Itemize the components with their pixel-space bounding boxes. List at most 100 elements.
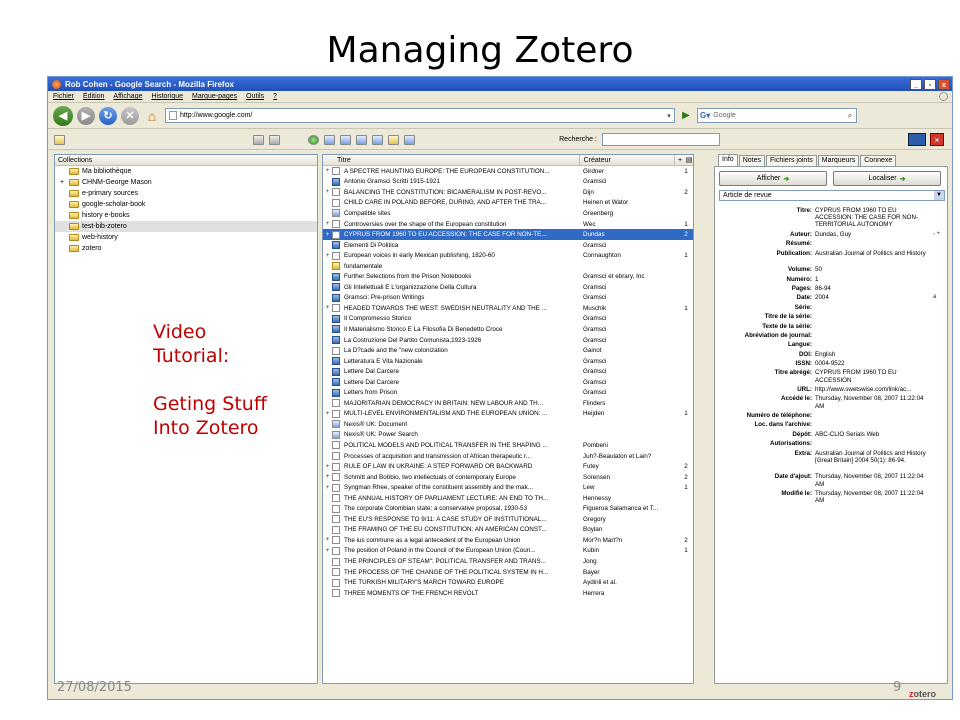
url-bar[interactable]: http://www.google.com/ ▾ — [165, 108, 675, 123]
chevron-down-icon[interactable]: ▾ — [664, 112, 674, 120]
expand-toggle[interactable]: + — [323, 221, 332, 227]
field-value[interactable] — [815, 341, 933, 350]
expand-toggle[interactable]: + — [323, 305, 332, 311]
column-creator[interactable]: Créateur — [580, 155, 676, 165]
item-row[interactable]: fondamentale — [323, 261, 693, 272]
reload-icon[interactable]: ↻ — [99, 106, 117, 125]
field-extra[interactable]: - + — [933, 231, 943, 240]
item-row[interactable]: The corporate Colombian state: a conserv… — [323, 504, 693, 515]
item-row[interactable]: + HEADED TOWARDS THE WEST: SWEDISH NEUTRA… — [323, 303, 693, 314]
menu-historique[interactable]: Historique — [151, 93, 183, 100]
item-row[interactable]: + RULE OF LAW IN UKRAINE: A STEP FORWARD … — [323, 461, 693, 472]
item-row[interactable]: THE PROCESS OF THE CHANGE OF THE POLITIC… — [323, 567, 693, 578]
collection-item[interactable]: e-primary sources — [55, 188, 317, 199]
item-row[interactable]: Gramsci: Pre-prison Writings Gramsci — [323, 293, 693, 304]
menu-affichage[interactable]: Affichage — [113, 93, 142, 100]
view-button[interactable]: Afficher ➔ — [719, 171, 827, 186]
item-row[interactable]: THE ANNUAL HISTORY OF PARLIAMENT LECTURE… — [323, 493, 693, 504]
item-row[interactable]: Lettere Dal Carcere Gramsci — [323, 377, 693, 388]
collection-item[interactable]: test-bib-zotero — [55, 221, 317, 232]
item-row[interactable]: La D?cade and the "new colonization Gaino… — [323, 345, 693, 356]
field-value[interactable]: CYPRUS FROM 1960 TO EU ACCESSION: THE CA… — [815, 207, 933, 231]
menu-edition[interactable]: Édition — [83, 93, 104, 100]
zotero-search-input[interactable] — [601, 133, 720, 146]
tab-tags[interactable]: Marqueurs — [817, 155, 860, 166]
item-row[interactable]: Il Materialismo Storico E La Filosofia D… — [323, 324, 693, 335]
back-arrow-icon[interactable]: ◀ — [53, 105, 73, 126]
home-icon[interactable]: ⌂ — [143, 107, 161, 125]
item-row[interactable]: + The position of Poland in the Council o… — [323, 546, 693, 557]
field-value[interactable]: Australian Journal of Politics and Histo… — [815, 450, 933, 474]
field-value[interactable]: 86-94 — [815, 285, 933, 294]
menu-fichier[interactable]: Fichier — [53, 93, 74, 100]
collection-item[interactable]: history e-books — [55, 210, 317, 221]
item-row[interactable]: + Schmitt and Bobbio, two intellectuals o… — [323, 472, 693, 483]
expand-toggle[interactable]: + — [58, 179, 66, 186]
collection-item[interactable]: + CHNM-George Mason — [55, 177, 317, 188]
column-picker-icon[interactable]: ▤ — [685, 156, 693, 164]
field-value[interactable]: 1 — [815, 276, 933, 285]
close-button[interactable]: x — [938, 78, 950, 90]
forward-arrow-icon[interactable]: ▶ — [77, 106, 95, 125]
item-row[interactable]: Further Selections from the Prison Noteb… — [323, 271, 693, 282]
expand-toggle[interactable]: + — [323, 411, 332, 417]
expand-toggle[interactable]: + — [323, 253, 332, 259]
collection-item[interactable]: google-scholar-book — [55, 199, 317, 210]
field-extra[interactable]: a — [933, 294, 943, 303]
field-value[interactable] — [815, 313, 933, 322]
item-row[interactable]: Compatible sites Greenberg — [323, 208, 693, 219]
expand-toggle[interactable]: + — [323, 548, 332, 554]
tab-related[interactable]: Connexe — [860, 155, 897, 166]
item-row[interactable]: + Syngman Rhee, speaker of the constituen… — [323, 482, 693, 493]
menu-marque-pages[interactable]: Marque-pages — [192, 93, 237, 100]
field-value[interactable] — [815, 240, 933, 249]
tab-notes[interactable]: Notes — [738, 155, 765, 166]
item-row[interactable]: + MULTI-LEVEL ENVIRONMENTALISM AND THE EU… — [323, 409, 693, 420]
item-row[interactable]: Elementi Di Politica Gramsci — [323, 240, 693, 251]
field-value[interactable]: Thursday, November 08, 2007 11:22:04 AM — [815, 490, 933, 507]
advanced-search-icon[interactable] — [404, 134, 416, 145]
item-row[interactable]: + The ius commune as a legal antecedent o… — [323, 535, 693, 546]
item-row[interactable]: Il Compromesso Storico Gramsci — [323, 314, 693, 325]
tab-info[interactable]: Info — [718, 154, 738, 166]
search-box[interactable]: G▾ Google ⌕ — [697, 108, 857, 123]
field-value[interactable]: 2004 — [815, 294, 933, 303]
url-text[interactable]: http://www.google.com/ — [180, 112, 661, 119]
fullscreen-icon[interactable] — [908, 133, 926, 146]
close-pane-icon[interactable]: × — [930, 133, 944, 146]
expand-toggle[interactable]: + — [323, 232, 332, 238]
expand-toggle[interactable]: + — [323, 474, 332, 480]
expand-toggle[interactable]: + — [323, 464, 332, 470]
link-icon[interactable] — [269, 134, 281, 145]
item-row[interactable]: Antonio Gramsci Scritti 1915-1921 Gramsci — [323, 177, 693, 188]
item-row[interactable]: Letters from Prison Gramsci — [323, 387, 693, 398]
field-value[interactable]: 0004-9522 — [815, 360, 933, 369]
field-value[interactable]: CYPRUS FROM 1960 TO EU ACCESSION — [815, 369, 933, 386]
item-row[interactable]: CHILD CARE IN POLAND BEFORE, DURING, AND… — [323, 198, 693, 209]
menu-help[interactable]: ? — [273, 93, 277, 100]
field-value[interactable]: ABC-CLIO Serials Web — [815, 431, 933, 440]
field-value[interactable] — [815, 323, 933, 332]
item-row[interactable]: THE TURKISH MILITARY'S MARCH TOWARD EURO… — [323, 577, 693, 588]
column-title[interactable]: Titre — [323, 155, 580, 165]
menu-outils[interactable]: Outils — [246, 93, 264, 100]
item-row[interactable]: THE EU'S RESPONSE TO 9/11: A CASE STUDY … — [323, 514, 693, 525]
new-collection-icon[interactable] — [54, 134, 65, 145]
item-row[interactable]: + CYPRUS FROM 1960 TO EU ACCESSION: THE C… — [323, 229, 693, 240]
attach-link-icon[interactable] — [340, 134, 352, 145]
item-row[interactable]: MAJORITARIAN DEMOCRACY IN BRITAIN: NEW L… — [323, 398, 693, 409]
item-row[interactable]: Lettere Dal Carcere Gramsci — [323, 366, 693, 377]
field-value[interactable]: Thursday, November 08, 2007 11:22:04 AM — [815, 473, 933, 490]
attach-file-icon[interactable] — [372, 134, 384, 145]
item-row[interactable]: POLITICAL MODELS AND POLITICAL TRANSFER … — [323, 440, 693, 451]
new-item-icon[interactable] — [308, 134, 320, 145]
item-row[interactable]: + A SPECTRE HAUNTING EUROPE: THE EUROPEAN… — [323, 166, 693, 177]
minimize-button[interactable]: _ — [910, 78, 922, 90]
chevron-down-icon[interactable]: ▼ — [934, 191, 944, 200]
stop-icon[interactable]: ✕ — [121, 106, 139, 125]
item-row[interactable]: THREE MOMENTS OF THE FRENCH REVOLT Herrer… — [323, 588, 693, 599]
item-row[interactable]: Nexis® UK: Power Search — [323, 430, 693, 441]
field-value[interactable]: 50 — [815, 266, 933, 275]
item-row[interactable]: + Controversies over the shape of the Eur… — [323, 219, 693, 230]
tab-attachments[interactable]: Fichiers joints — [765, 155, 817, 166]
